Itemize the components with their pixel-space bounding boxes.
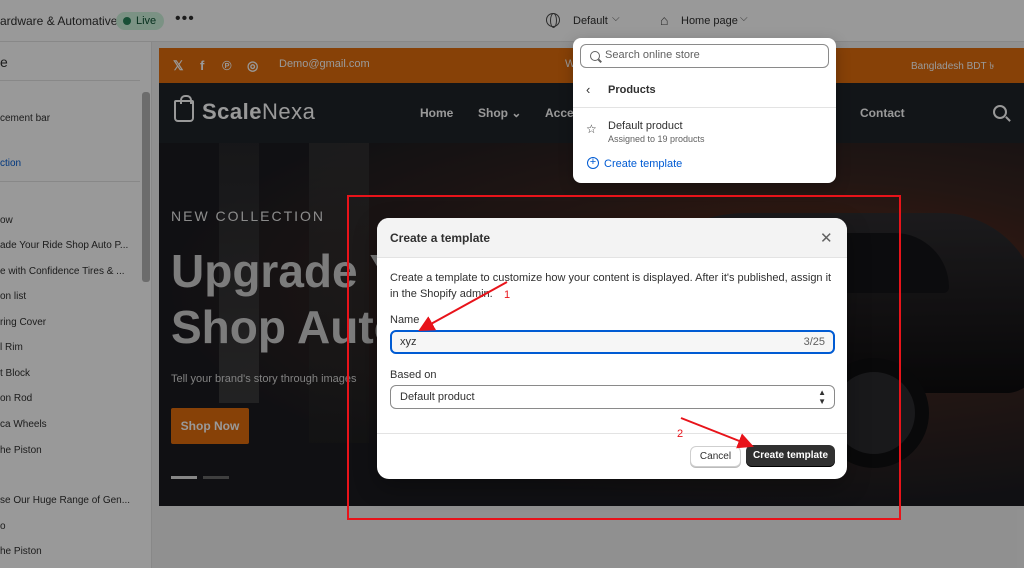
annotation-arrow-1 bbox=[418, 281, 508, 331]
annotation-arrow-2 bbox=[680, 417, 754, 449]
annotation-step-2: 2 bbox=[677, 428, 684, 440]
annotation-step-1: 1 bbox=[504, 289, 511, 301]
annotation-arrows bbox=[418, 281, 754, 449]
